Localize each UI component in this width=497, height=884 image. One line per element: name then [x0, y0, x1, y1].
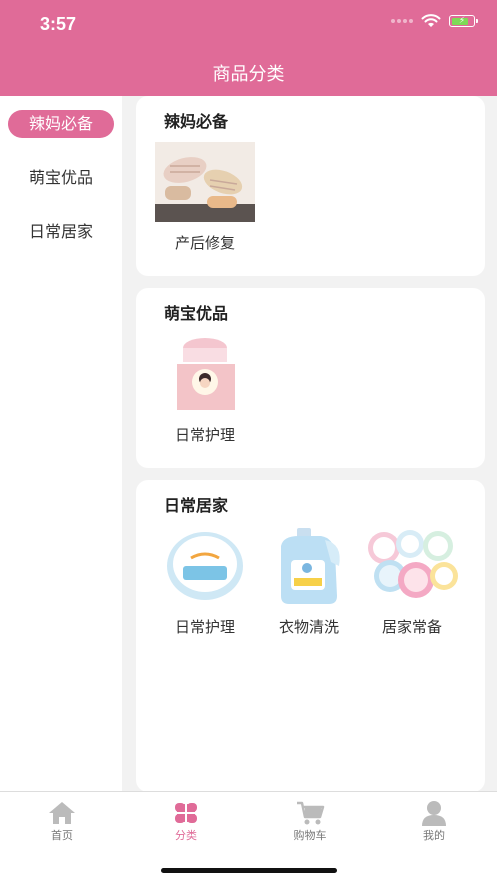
category-icon: [175, 803, 197, 823]
product-label: 产后修复: [174, 234, 235, 252]
tab-profile[interactable]: 我的: [399, 800, 469, 843]
section-card: 萌宝优品 日常护理: [136, 288, 485, 468]
product-item[interactable]: 日常护理: [155, 334, 255, 445]
sidebar-item-baby[interactable]: 萌宝优品: [8, 164, 114, 192]
section-title: 萌宝优品: [164, 304, 229, 323]
tab-label: 我的: [423, 829, 445, 842]
home-indicator: [161, 868, 337, 873]
slippers-image: [155, 142, 255, 222]
tab-home[interactable]: 首页: [27, 800, 97, 843]
cellular-signal-icon: [391, 19, 413, 23]
section-card: 辣妈必备 产后修复: [136, 96, 485, 276]
page-title: 商品分类: [212, 64, 285, 85]
sidebar-item-home[interactable]: 日常居家: [8, 218, 114, 246]
home-icon: [49, 802, 75, 824]
product-item[interactable]: 产后修复: [155, 142, 255, 253]
product-label: 日常护理: [174, 426, 235, 444]
tab-label: 分类: [175, 829, 197, 842]
battery-charging-icon: ⚡: [449, 15, 478, 27]
cream-jar-image: [155, 526, 255, 606]
status-indicators: ⚡: [391, 14, 478, 28]
laundry-detergent-image: [259, 526, 359, 606]
cartoon-badges-image: [362, 526, 462, 606]
cart-icon: [297, 801, 325, 825]
tab-category[interactable]: 分类: [151, 800, 221, 843]
tab-label: 首页: [51, 829, 73, 842]
profile-icon: [422, 801, 446, 826]
section-card: 日常居家 日常护理 衣物清洗 居家常备: [136, 480, 485, 792]
wifi-icon: [421, 14, 441, 27]
tab-cart[interactable]: 购物车: [275, 800, 345, 843]
baby-cream-image: [155, 334, 255, 414]
tab-label: 购物车: [293, 829, 327, 842]
section-title: 日常居家: [164, 496, 229, 515]
product-label: 居家常备: [381, 618, 442, 636]
product-label: 衣物清洗: [278, 618, 339, 636]
sidebar-item-hot-mom[interactable]: 辣妈必备: [8, 110, 114, 138]
product-item[interactable]: 衣物清洗: [259, 526, 359, 637]
product-item[interactable]: 居家常备: [362, 526, 462, 637]
product-label: 日常护理: [174, 618, 235, 636]
product-item[interactable]: 日常护理: [155, 526, 255, 637]
category-content: 辣妈必备 产后修复 萌宝优品 日常护理 日常居家 日常护理 衣物清洗 居家常备: [122, 96, 497, 792]
section-title: 辣妈必备: [164, 112, 229, 131]
category-sidebar: 辣妈必备 萌宝优品 日常居家: [0, 96, 122, 792]
top-header: 3:57 ⚡ 商品分类: [0, 0, 497, 96]
status-time: 3:57: [40, 14, 77, 34]
